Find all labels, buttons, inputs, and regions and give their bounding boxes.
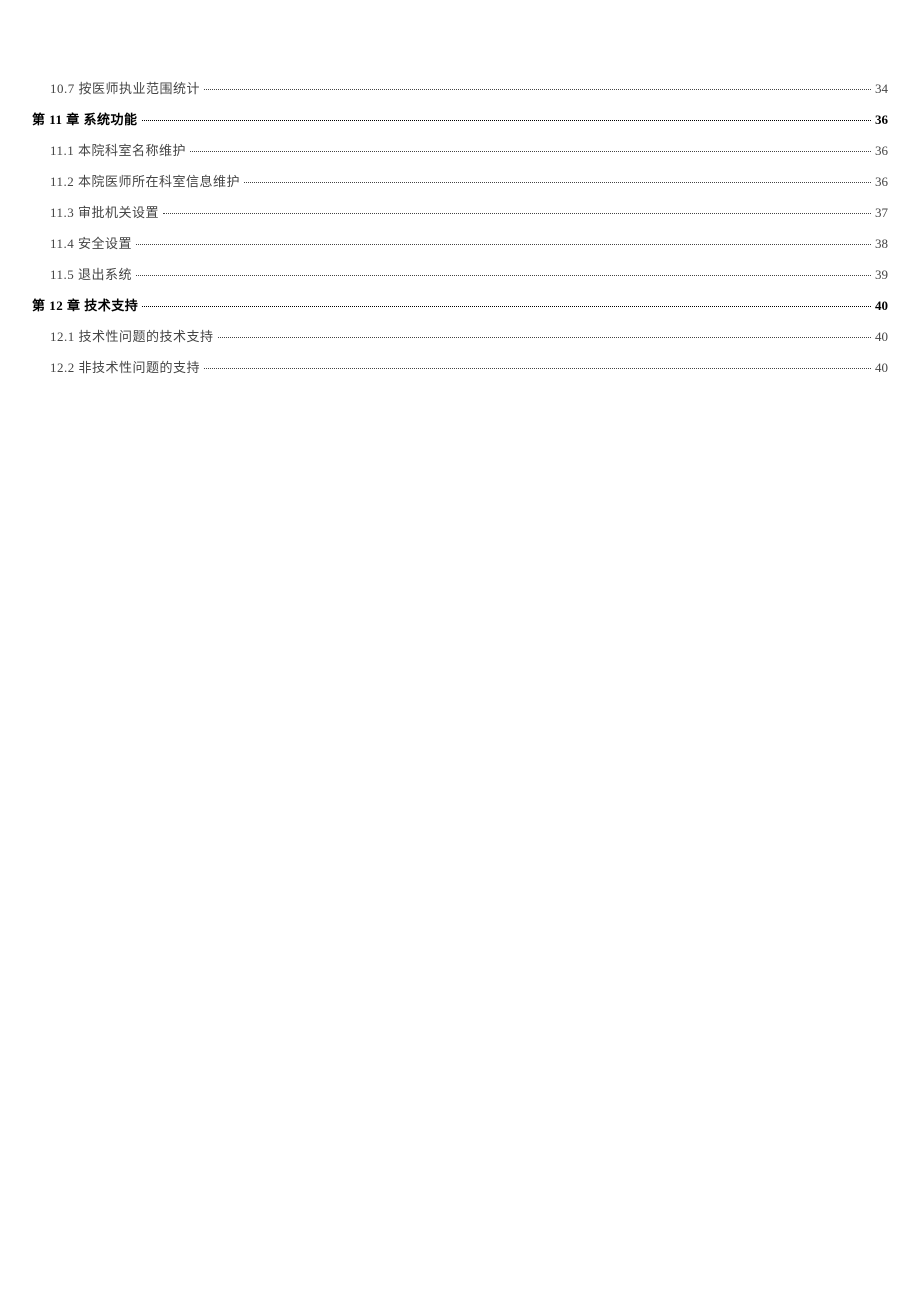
table-of-contents: 10.7 按医师执业范围统计 34 第 11 章 系统功能 36 11.1 本院… (32, 78, 888, 376)
toc-leader (142, 120, 871, 121)
toc-entry-label: 12.1 技术性问题的技术支持 (50, 326, 214, 345)
toc-leader (136, 275, 871, 276)
toc-entry: 11.3 审批机关设置 37 (32, 202, 888, 221)
toc-entry-page: 36 (875, 143, 888, 159)
toc-leader (142, 306, 871, 307)
toc-entry-page: 39 (875, 267, 888, 283)
toc-entry: 10.7 按医师执业范围统计 34 (32, 78, 888, 97)
toc-leader (218, 337, 871, 338)
toc-entry: 11.4 安全设置 38 (32, 233, 888, 252)
toc-entry: 11.5 退出系统 39 (32, 264, 888, 283)
toc-entry-label: 11.3 审批机关设置 (50, 202, 159, 221)
toc-leader (190, 151, 871, 152)
toc-leader (204, 368, 871, 369)
toc-entry: 11.1 本院科室名称维护 36 (32, 140, 888, 159)
toc-entry: 11.2 本院医师所在科室信息维护 36 (32, 171, 888, 190)
toc-chapter: 第 11 章 系统功能 36 (32, 109, 888, 128)
toc-entry-label: 11.2 本院医师所在科室信息维护 (50, 171, 240, 190)
toc-entry-label: 11.4 安全设置 (50, 233, 132, 252)
toc-entry-page: 40 (875, 360, 888, 376)
toc-entry-label: 11.1 本院科室名称维护 (50, 140, 186, 159)
toc-leader (136, 244, 871, 245)
toc-entry-page: 40 (875, 329, 888, 345)
toc-entry-page: 38 (875, 236, 888, 252)
toc-entry-label: 10.7 按医师执业范围统计 (50, 78, 200, 97)
toc-leader (244, 182, 871, 183)
toc-entry-page: 37 (875, 205, 888, 221)
toc-entry-label: 第 11 章 系统功能 (32, 109, 138, 128)
toc-entry-label: 11.5 退出系统 (50, 264, 132, 283)
toc-entry-page: 34 (875, 81, 888, 97)
toc-entry-page: 36 (875, 112, 888, 128)
toc-entry-page: 40 (875, 298, 888, 314)
toc-entry: 12.1 技术性问题的技术支持 40 (32, 326, 888, 345)
toc-leader (204, 89, 871, 90)
toc-entry-label: 12.2 非技术性问题的支持 (50, 357, 200, 376)
toc-entry: 12.2 非技术性问题的支持 40 (32, 357, 888, 376)
toc-entry-page: 36 (875, 174, 888, 190)
toc-entry-label: 第 12 章 技术支持 (32, 295, 138, 314)
toc-leader (163, 213, 871, 214)
toc-chapter: 第 12 章 技术支持 40 (32, 295, 888, 314)
